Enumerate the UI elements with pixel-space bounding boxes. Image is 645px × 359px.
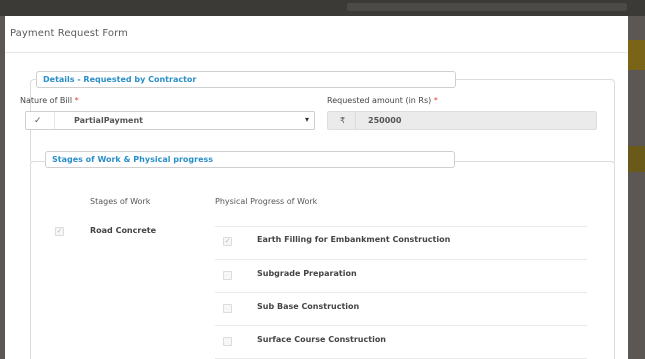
progress-checkbox[interactable]: ✓ <box>223 237 232 246</box>
progress-row: ✓ Earth Filling for Embankment Construct… <box>215 226 587 259</box>
progress-label: Surface Course Construction <box>257 335 387 344</box>
background-right <box>628 16 645 359</box>
requested-amount-label-text: Requested amount (in Rs) <box>327 96 432 105</box>
requested-amount-label: Requested amount (in Rs) * <box>327 96 438 105</box>
requested-amount-value: 250000 <box>368 116 402 125</box>
payment-request-modal: Payment Request Form Details - Requested… <box>5 16 628 359</box>
modal-title: Payment Request Form <box>10 28 128 39</box>
select-divider <box>54 112 55 129</box>
physical-progress-header: Physical Progress of Work <box>215 197 318 206</box>
dropdown-arrow-icon[interactable]: ▾ <box>305 115 309 124</box>
required-mark: * <box>433 96 438 105</box>
requested-amount-input[interactable]: ₹ 250000 <box>327 111 597 130</box>
background-topbar-text <box>347 3 627 11</box>
input-divider <box>355 112 356 129</box>
required-mark: * <box>74 96 79 105</box>
stages-of-work-header: Stages of Work <box>90 197 151 206</box>
progress-checkbox[interactable] <box>223 304 232 313</box>
progress-label: Subgrade Preparation <box>257 269 357 278</box>
stage-checkbox[interactable]: ✓ <box>55 227 64 236</box>
stage-name: Road Concrete <box>90 226 156 235</box>
modal-header-divider <box>5 52 628 53</box>
progress-row: Subgrade Preparation <box>215 259 587 292</box>
nature-of-bill-label: Nature of Bill * <box>20 96 79 105</box>
progress-label: Sub Base Construction <box>257 302 360 311</box>
progress-checkbox[interactable] <box>223 337 232 346</box>
progress-checkbox[interactable] <box>223 271 232 280</box>
progress-row: Sub Base Construction <box>215 292 587 325</box>
rupee-icon: ₹ <box>340 116 346 125</box>
nature-of-bill-value: PartialPayment <box>74 116 143 125</box>
stages-legend: Stages of Work & Physical progress <box>45 151 455 168</box>
progress-label: Earth Filling for Embankment Constructio… <box>257 235 451 244</box>
nature-of-bill-label-text: Nature of Bill <box>20 96 73 105</box>
background-accent <box>628 40 645 70</box>
nature-of-bill-select[interactable]: ✓ PartialPayment ▾ <box>25 111 315 130</box>
details-legend: Details - Requested by Contractor <box>36 71 456 88</box>
background-accent <box>628 146 645 172</box>
progress-row: Surface Course Construction <box>215 325 587 358</box>
check-icon: ✓ <box>34 116 42 126</box>
background-topbar <box>0 0 645 16</box>
